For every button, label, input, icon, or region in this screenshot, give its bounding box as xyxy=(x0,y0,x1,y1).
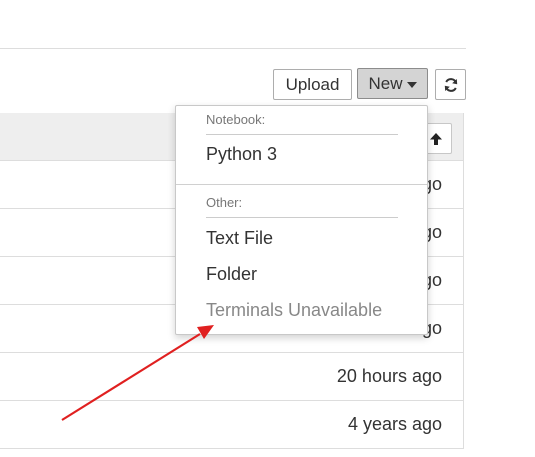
other-section-header: Other: xyxy=(206,195,243,210)
new-dropdown-button[interactable]: New xyxy=(357,68,428,99)
arrow-up-icon xyxy=(430,132,442,145)
menu-item-text-file[interactable]: Text File xyxy=(206,228,273,249)
caret-down-icon xyxy=(406,81,417,88)
other-header-underline xyxy=(206,217,398,218)
menu-item-terminals-unavailable: Terminals Unavailable xyxy=(206,300,383,320)
menu-item-python-3[interactable]: Python 3 xyxy=(206,144,277,165)
header-divider xyxy=(0,48,466,49)
modified-time: 20 hours ago xyxy=(336,366,442,386)
menu-item-folder[interactable]: Folder xyxy=(206,264,257,285)
table-row[interactable]: 20 hours ago xyxy=(0,353,464,401)
notebook-header-underline xyxy=(206,134,398,135)
notebook-section-header: Notebook: xyxy=(206,112,266,127)
new-button-label: New xyxy=(368,73,403,93)
refresh-icon xyxy=(444,77,457,92)
upload-button[interactable]: Upload xyxy=(273,69,352,100)
refresh-button[interactable] xyxy=(435,69,466,100)
new-dropdown-menu: Notebook: Python 3 Other: Text File Fold… xyxy=(175,105,428,335)
table-row[interactable]: 4 years ago xyxy=(0,401,464,449)
menu-divider xyxy=(176,184,427,185)
modified-time: 4 years ago xyxy=(347,414,442,434)
